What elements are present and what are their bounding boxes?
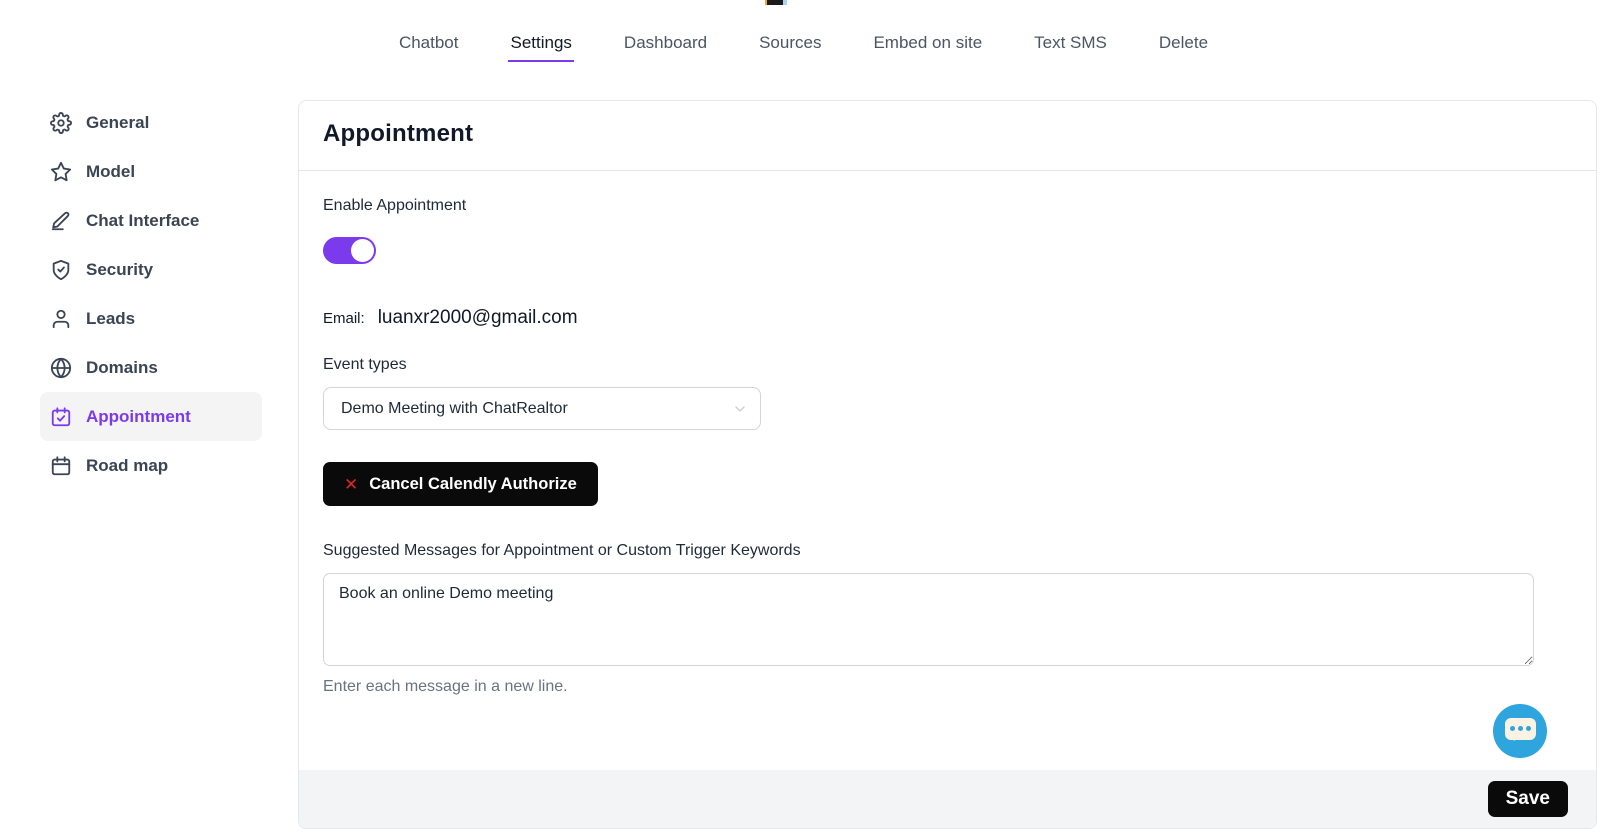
sidebar-item-label: Road map xyxy=(86,456,168,476)
suggested-messages-hint: Enter each message in a new line. xyxy=(323,678,1572,696)
email-value: luanxr2000@gmail.com xyxy=(378,307,578,329)
page-title: Appointment xyxy=(323,120,1572,148)
sidebar-item-domains[interactable]: Domains xyxy=(40,343,262,392)
tab-sources[interactable]: Sources xyxy=(757,33,823,62)
gear-icon xyxy=(50,112,72,134)
suggested-messages-label: Suggested Messages for Appointment or Cu… xyxy=(323,542,1572,560)
globe-icon xyxy=(50,357,72,379)
calendar-icon xyxy=(50,455,72,477)
cropped-page-artifact xyxy=(765,0,787,5)
sidebar-item-chat-interface[interactable]: Chat Interface xyxy=(40,196,262,245)
chat-widget-button[interactable] xyxy=(1493,704,1547,758)
event-types-selected-value: Demo Meeting with ChatRealtor xyxy=(341,400,568,418)
enable-appointment-toggle[interactable] xyxy=(323,237,376,264)
panel-header: Appointment xyxy=(299,101,1596,171)
sidebar-item-label: Appointment xyxy=(86,407,191,427)
tab-embed-on-site[interactable]: Embed on site xyxy=(871,33,984,62)
settings-sidebar: General Model Chat Interface Security Le… xyxy=(40,98,262,490)
tab-chatbot[interactable]: Chatbot xyxy=(397,33,461,62)
email-row: Email: luanxr2000@gmail.com xyxy=(323,307,1572,329)
sidebar-item-appointment[interactable]: Appointment xyxy=(40,392,262,441)
sidebar-item-security[interactable]: Security xyxy=(40,245,262,294)
tab-text-sms[interactable]: Text SMS xyxy=(1032,33,1109,62)
event-types-select[interactable]: Demo Meeting with ChatRealtor xyxy=(323,387,761,430)
sidebar-item-road-map[interactable]: Road map xyxy=(40,441,262,490)
app-root: Chatbot Settings Dashboard Sources Embed on … xyxy=(0,0,1607,833)
sidebar-item-label: General xyxy=(86,113,149,133)
chat-bubble-icon xyxy=(1505,718,1536,740)
suggested-messages-textarea[interactable]: Book an online Demo meeting xyxy=(323,573,1534,666)
panel-body: Enable Appointment Email: luanxr2000@gma… xyxy=(299,171,1596,696)
tab-settings[interactable]: Settings xyxy=(508,33,573,62)
toggle-knob xyxy=(351,239,374,262)
sidebar-item-label: Security xyxy=(86,260,153,280)
cancel-calendly-authorize-button[interactable]: ✕ Cancel Calendly Authorize xyxy=(323,462,598,506)
tab-dashboard[interactable]: Dashboard xyxy=(622,33,709,62)
sidebar-item-general[interactable]: General xyxy=(40,98,262,147)
x-icon: ✕ xyxy=(344,476,358,493)
chevron-down-icon xyxy=(732,401,748,417)
cancel-calendly-authorize-label: Cancel Calendly Authorize xyxy=(369,475,577,494)
sidebar-item-label: Domains xyxy=(86,358,158,378)
top-nav: Chatbot Settings Dashboard Sources Embed on … xyxy=(0,33,1607,62)
calendar-check-icon xyxy=(50,406,72,428)
appointment-panel: Appointment Enable Appointment Email: lu… xyxy=(298,100,1597,829)
save-button[interactable]: Save xyxy=(1488,781,1568,817)
sidebar-item-label: Chat Interface xyxy=(86,211,199,231)
sidebar-item-model[interactable]: Model xyxy=(40,147,262,196)
email-label: Email: xyxy=(323,310,365,327)
sidebar-item-label: Model xyxy=(86,162,135,182)
sidebar-item-label: Leads xyxy=(86,309,135,329)
star-icon xyxy=(50,161,72,183)
event-types-label: Event types xyxy=(323,356,1572,374)
panel-footer: Save xyxy=(299,770,1596,828)
enable-appointment-label: Enable Appointment xyxy=(323,197,1572,215)
shield-check-icon xyxy=(50,259,72,281)
user-icon xyxy=(50,308,72,330)
tab-delete[interactable]: Delete xyxy=(1157,33,1210,62)
pencil-edit-icon xyxy=(50,210,72,232)
sidebar-item-leads[interactable]: Leads xyxy=(40,294,262,343)
